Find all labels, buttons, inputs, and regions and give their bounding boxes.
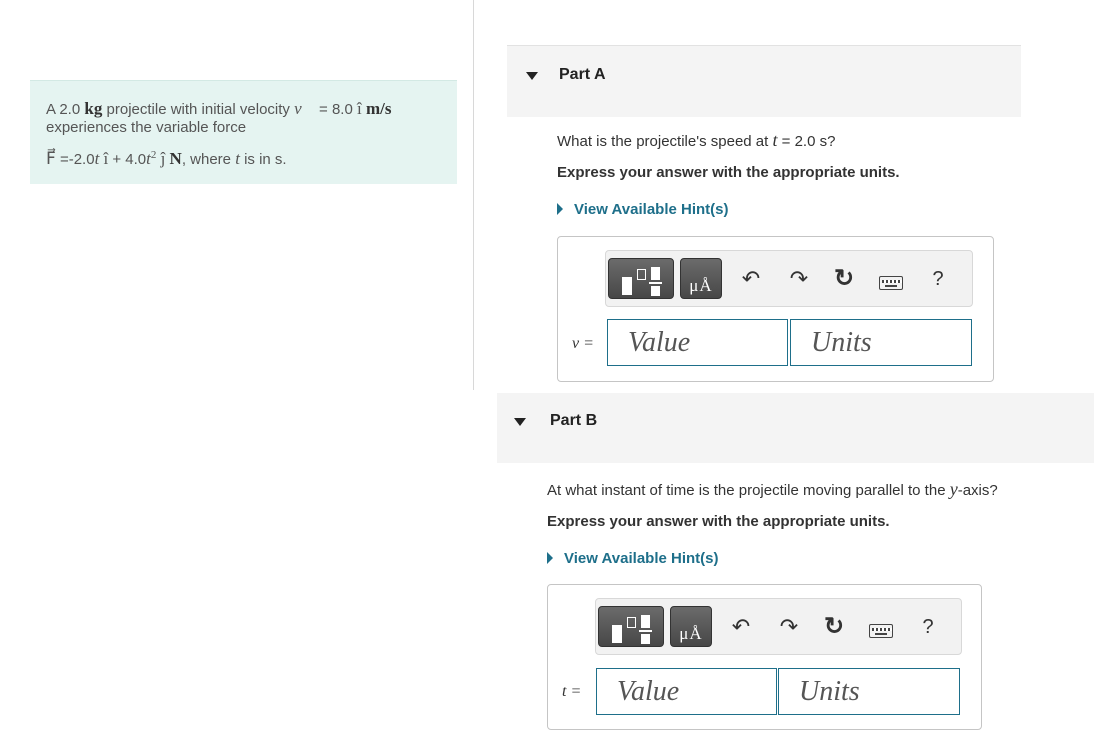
question-text: At what instant of time is the projectil… <box>547 482 950 499</box>
hint-label: View Available Hint(s) <box>564 550 719 567</box>
undo-icon[interactable]: ↶ <box>739 267 763 291</box>
part-a-title: Part A <box>559 66 606 83</box>
expand-triangle-icon <box>557 202 563 215</box>
templates-icon <box>641 615 650 628</box>
part-b-toolbar: μÅ ↶ ↷ ↻ ? <box>595 598 962 655</box>
templates-icon <box>639 630 652 632</box>
part-b-header[interactable]: Part B <box>497 393 1094 463</box>
collapse-caret-icon[interactable] <box>526 72 538 80</box>
undo-icon[interactable]: ↶ <box>729 615 753 639</box>
problem-text: = 8.0 <box>314 101 357 118</box>
problem-text: =-2.0 <box>55 151 95 168</box>
collapse-caret-icon[interactable] <box>514 418 526 426</box>
templates-icon <box>649 282 662 284</box>
problem-text: is in s. <box>239 151 287 168</box>
velocity-symbol: v⃗ <box>294 99 315 118</box>
expand-triangle-icon <box>547 551 553 564</box>
templates-icon <box>612 625 622 643</box>
part-b-answer-box: μÅ ↶ ↷ ↻ ? t = <box>547 584 982 730</box>
question-text: = 2.0 s? <box>777 133 836 150</box>
reset-icon[interactable]: ↻ <box>832 267 856 291</box>
keyboard-icon[interactable] <box>869 624 893 638</box>
force-unit: N <box>165 149 182 168</box>
templates-icon <box>651 267 660 280</box>
question-text: What is the projectile's speed at <box>557 133 773 150</box>
part-a-answer-box: μÅ ↶ ↷ ↻ ? v = <box>557 236 994 382</box>
velocity-unit: m/s <box>361 99 392 118</box>
variable-t: t = <box>562 683 582 700</box>
problem-line-1: A 2.0 kg projectile with initial velocit… <box>46 97 441 119</box>
part-a-toolbar: μÅ ↶ ↷ ↻ ? <box>605 250 973 307</box>
templates-icon <box>622 277 632 295</box>
part-a-value-input[interactable] <box>607 319 788 366</box>
keyboard-icon[interactable] <box>879 276 903 290</box>
units-button[interactable]: μÅ <box>670 606 712 647</box>
y-symbol: y <box>949 479 958 499</box>
part-b-value-input[interactable] <box>596 668 777 715</box>
problem-text: projectile with initial velocity <box>102 101 295 118</box>
help-icon[interactable]: ? <box>916 615 940 639</box>
force-symbol: F⃗ <box>46 149 56 168</box>
problem-line-2: experiences the variable force <box>46 119 247 136</box>
panel-divider <box>473 0 474 390</box>
redo-icon[interactable]: ↷ <box>777 615 801 639</box>
reset-icon[interactable]: ↻ <box>822 615 846 639</box>
part-b-variable-label: t = <box>562 683 581 701</box>
part-b-question: At what instant of time is the projectil… <box>547 479 998 500</box>
variable-v: v = <box>572 335 594 352</box>
templates-button[interactable] <box>598 606 664 647</box>
part-a-instruction: Express your answer with the appropriate… <box>557 164 900 181</box>
hint-label: View Available Hint(s) <box>574 201 729 218</box>
part-b-instruction: Express your answer with the appropriate… <box>547 513 890 530</box>
units-icon: μÅ <box>679 624 703 643</box>
part-a-header[interactable]: Part A <box>507 45 1021 117</box>
help-icon[interactable]: ? <box>926 267 950 291</box>
problem-text: , where <box>181 151 236 168</box>
question-text: -axis? <box>957 482 998 499</box>
part-b-title: Part B <box>550 412 598 429</box>
problem-statement: A 2.0 kg projectile with initial velocit… <box>30 80 457 184</box>
redo-icon[interactable]: ↷ <box>787 267 811 291</box>
part-a-question: What is the projectile's speed at t = 2.… <box>557 130 835 151</box>
part-a-units-input[interactable] <box>790 319 972 366</box>
part-a-variable-label: v = <box>572 335 594 353</box>
templates-button[interactable] <box>608 258 674 299</box>
part-b-hint-link[interactable]: View Available Hint(s) <box>547 550 719 567</box>
templates-icon <box>651 286 660 296</box>
units-icon: μÅ <box>689 276 713 295</box>
problem-line-3: F⃗ =-2.0t î + 4.0t2 ĵ N, where t is in s… <box>46 143 441 168</box>
part-a-hint-link[interactable]: View Available Hint(s) <box>557 201 729 218</box>
mass-unit: kg <box>84 99 103 118</box>
part-b-units-input[interactable] <box>778 668 960 715</box>
templates-icon <box>637 269 646 280</box>
problem-text: + 4.0 <box>108 151 147 168</box>
problem-text: A 2.0 <box>46 101 85 118</box>
units-button[interactable]: μÅ <box>680 258 722 299</box>
templates-icon <box>641 634 650 644</box>
templates-icon <box>627 617 636 628</box>
